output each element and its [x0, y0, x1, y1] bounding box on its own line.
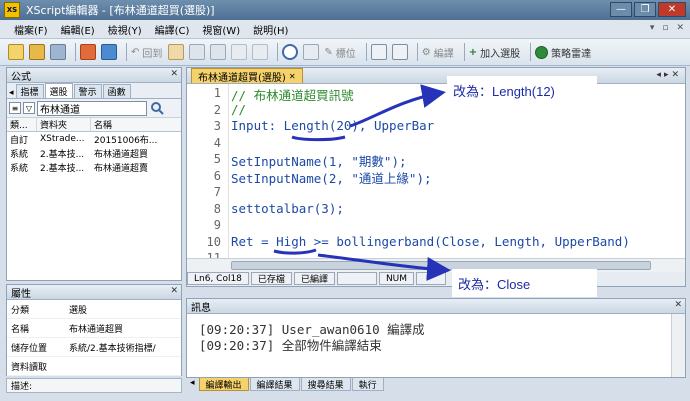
annotation-arrow [349, 84, 446, 128]
annotation-underline [291, 135, 346, 142]
annotation-overlay [273, 84, 451, 281]
annotation-arrow [317, 253, 451, 281]
annotation-underline [273, 248, 317, 255]
